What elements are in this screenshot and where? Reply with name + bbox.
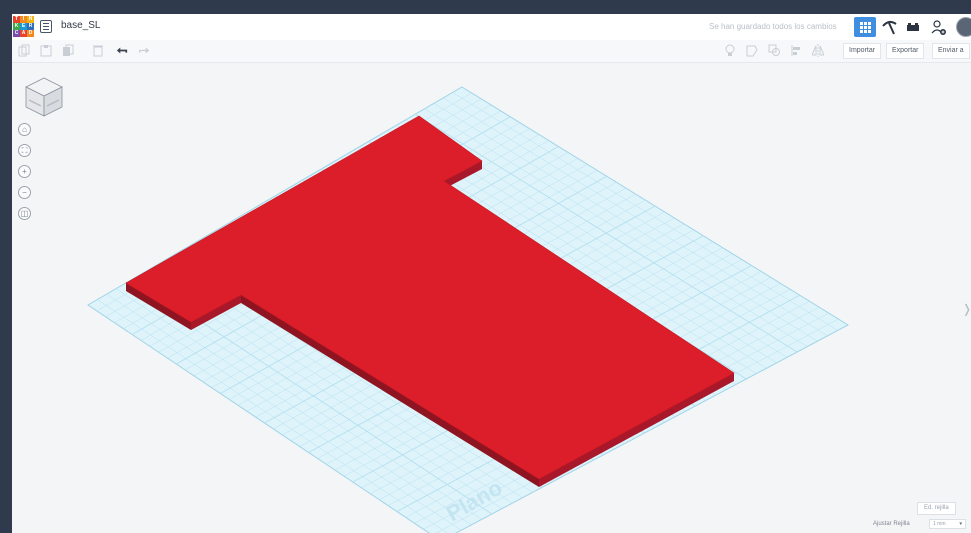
send-to-button[interactable]: Enviar a [932,43,970,59]
logo-letter: T [13,16,20,23]
fit-view-icon[interactable]: ⛶ [18,144,31,157]
avatar[interactable] [956,17,971,37]
tinkercad-logo[interactable]: TINKERCAD [13,16,34,37]
snap-grid-value: 1 mm [933,521,946,527]
shape-outline-icon[interactable] [746,44,758,57]
grid-view-icon[interactable] [854,17,876,37]
user-add-icon[interactable] [928,17,950,37]
duplicate-icon[interactable] [62,44,74,57]
chevron-down-icon: ▾ [959,521,962,527]
logo-letter: A [20,30,27,37]
copy-icon[interactable] [18,44,30,57]
logo-letter: N [27,16,34,23]
logo-letter: K [13,23,20,30]
align-icon[interactable] [790,44,802,57]
bricks-icon[interactable] [902,17,924,37]
group-shapes-icon[interactable] [768,44,780,57]
design-list-icon[interactable] [40,20,52,33]
pickaxe-icon[interactable] [878,17,900,37]
view-cube[interactable] [22,74,66,118]
logo-letter: E [20,23,27,30]
snap-grid-select[interactable]: 1 mm ▾ [929,519,966,529]
light-bulb-icon[interactable] [724,44,736,57]
redo-icon[interactable] [138,44,150,57]
logo-letter: D [27,30,34,37]
paste-icon[interactable] [40,44,52,57]
zoom-out-icon[interactable]: − [18,186,31,199]
mirror-icon[interactable] [812,44,824,57]
export-button[interactable]: Exportar [886,43,925,59]
home-view-icon[interactable]: ⌂ [18,123,31,136]
delete-icon[interactable] [92,44,104,57]
workplane-scene[interactable]: Plano [12,14,971,533]
edit-toolbar: Importar Exportar Enviar a [12,40,971,63]
ortho-view-icon[interactable]: ◫ [18,207,31,220]
shapes-panel-toggle-icon[interactable]: ❭ [962,302,971,316]
title-bar: TINKERCAD base_SL Se han guardado todos … [12,14,971,41]
logo-letter: R [27,23,34,30]
logo-letter: I [20,16,27,23]
zoom-in-icon[interactable]: + [18,165,31,178]
save-status: Se han guardado todos los cambios [709,22,837,31]
logo-letter: C [13,30,20,37]
undo-icon[interactable] [116,44,128,57]
edit-grid-button[interactable]: Ed. rejilla [917,502,956,515]
document-title[interactable]: base_SL [61,20,100,31]
tinkercad-app: Plano TINKERCAD base_SL Se han guardado … [12,14,971,533]
import-button[interactable]: Importar [843,43,882,59]
snap-grid-label: Ajustar Rejilla [873,521,910,527]
